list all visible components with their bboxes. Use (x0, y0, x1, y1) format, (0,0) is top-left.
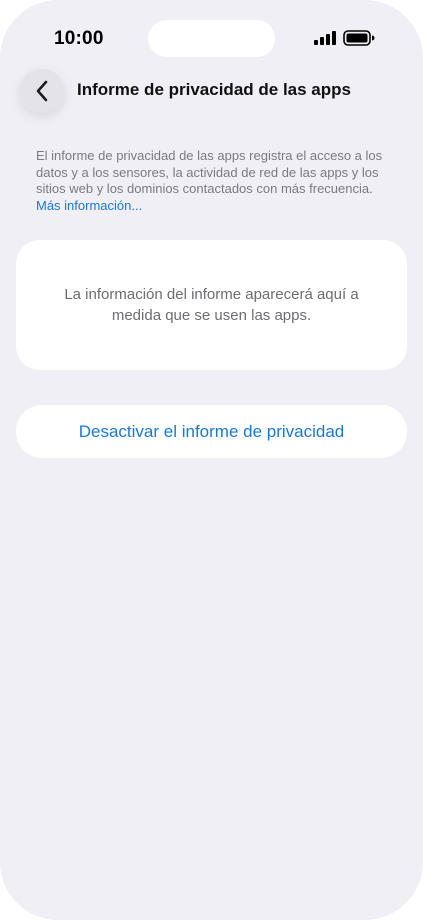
battery-icon (343, 30, 375, 46)
report-empty-message: La información del informe aparecerá aqu… (64, 286, 359, 324)
back-button[interactable] (20, 69, 64, 113)
chevron-left-icon (36, 80, 48, 102)
disable-report-label: Desactivar el informe de privacidad (78, 421, 345, 441)
dynamic-island (148, 20, 275, 57)
status-time: 10:00 (54, 28, 104, 49)
status-bar: 10:00 (0, 0, 423, 60)
description-text: El informe de privacidad de las apps reg… (36, 148, 392, 214)
cellular-signal-icon (314, 31, 336, 45)
page-title: Informe de privacidad de las apps (77, 80, 351, 99)
phone-screen: 10:00 Informe de privacidad de las apps … (0, 0, 423, 920)
disable-report-button[interactable]: Desactivar el informe de privacidad (16, 405, 407, 458)
learn-more-link[interactable]: Más información... (36, 198, 142, 213)
description-body: El informe de privacidad de las apps reg… (36, 148, 383, 196)
report-info-card: La información del informe aparecerá aqu… (16, 240, 407, 370)
